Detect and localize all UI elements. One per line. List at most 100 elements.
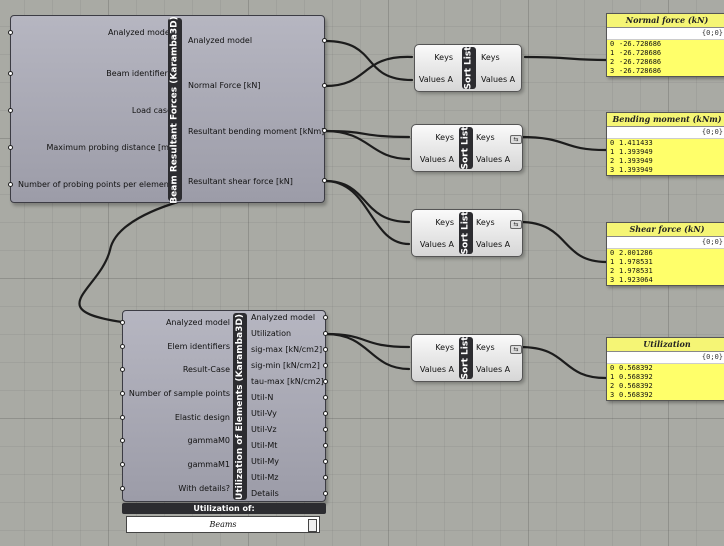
sort-input-values[interactable]: Values A — [419, 75, 453, 85]
sort-list-component-4[interactable]: Keys Values A Sort List Keys Values A ⇆ — [411, 334, 523, 382]
output-bending-moment[interactable]: Resultant bending moment [kNm] — [188, 127, 324, 137]
sort-input-values[interactable]: Values A — [420, 155, 454, 165]
sort-output-values[interactable]: Values A — [476, 365, 510, 375]
sort-list-component-2[interactable]: Keys Values A Sort List Keys Values A ⇆ — [411, 124, 523, 172]
wire-sort4-panel — [518, 345, 608, 380]
input-port[interactable] — [8, 108, 13, 113]
input-port[interactable] — [120, 415, 125, 420]
sort-settings-icon[interactable]: ⇆ — [510, 135, 522, 144]
output-utilization[interactable]: Utilization — [251, 329, 291, 339]
sort-list-component-3[interactable]: Keys Values A Sort List Keys Values A ⇆ — [411, 209, 523, 257]
dropdown-toggle[interactable] — [308, 519, 317, 532]
input-analyzed-model[interactable]: Analyzed model — [166, 318, 230, 328]
panel-row: 0 1.411433 — [607, 139, 724, 148]
row-value: -26.728686 — [619, 58, 662, 66]
output-normal-force[interactable]: Normal Force [kN] — [188, 81, 261, 91]
sort-output-keys[interactable]: Keys — [481, 53, 500, 63]
row-value: 1.978531 — [619, 258, 653, 266]
row-value: -26.728686 — [619, 49, 662, 57]
output-port[interactable] — [323, 395, 328, 400]
input-gammam0[interactable]: gammaM0 — [188, 436, 230, 446]
output-port[interactable] — [323, 427, 328, 432]
output-port[interactable] — [322, 178, 327, 183]
output-sig-min[interactable]: sig-min [kN/cm2] — [251, 361, 320, 371]
sort-input-keys[interactable]: Keys — [435, 218, 454, 228]
panel-bending-moment[interactable]: Bending moment (kNm) {0;0} 0 1.411433 1 1.… — [606, 112, 724, 176]
utilization-of-elements-component[interactable]: Analyzed model Elem identifiers Result-C… — [122, 310, 326, 502]
value-list-dropdown[interactable]: Beams — [126, 516, 320, 533]
input-analyzed-model[interactable]: Analyzed model — [108, 28, 172, 38]
output-port[interactable] — [323, 475, 328, 480]
output-port[interactable] — [323, 363, 328, 368]
output-util-vz[interactable]: Util-Vz — [251, 425, 277, 435]
output-port[interactable] — [322, 38, 327, 43]
sort-output-keys[interactable]: Keys — [476, 343, 495, 353]
input-port[interactable] — [120, 320, 125, 325]
output-port[interactable] — [322, 83, 327, 88]
panel-row: 1 0.568392 — [607, 373, 724, 382]
output-util-mz[interactable]: Util-Mz — [251, 473, 278, 483]
input-load-case[interactable]: Load case — [132, 106, 172, 116]
input-elem-identifiers[interactable]: Elem identifiers — [167, 342, 230, 352]
input-beam-identifiers[interactable]: Beam identifiers — [106, 69, 172, 79]
input-max-probing-distance[interactable]: Maximum probing distance [m] — [46, 143, 172, 153]
sort-input-values[interactable]: Values A — [420, 365, 454, 375]
sort-input-values[interactable]: Values A — [420, 240, 454, 250]
output-port[interactable] — [323, 315, 328, 320]
sort-output-values[interactable]: Values A — [476, 155, 510, 165]
input-port[interactable] — [8, 182, 13, 187]
sort-list-title: Sort List — [461, 126, 471, 170]
input-number-sample-points[interactable]: Number of sample points — [129, 389, 230, 399]
sort-output-values[interactable]: Values A — [476, 240, 510, 250]
output-shear-force[interactable]: Resultant shear force [kN] — [188, 177, 293, 187]
sort-output-keys[interactable]: Keys — [476, 218, 495, 228]
input-port[interactable] — [120, 367, 125, 372]
output-details[interactable]: Details — [251, 489, 279, 499]
sort-input-keys[interactable]: Keys — [435, 343, 454, 353]
panel-utilization[interactable]: Utilization {0;0} 0 0.568392 1 0.568392 20… — [606, 337, 724, 401]
output-util-vy[interactable]: Util-Vy — [251, 409, 277, 419]
output-port[interactable] — [323, 491, 328, 496]
sort-settings-icon[interactable]: ⇆ — [510, 220, 522, 229]
sort-output-keys[interactable]: Keys — [476, 133, 495, 143]
input-port[interactable] — [120, 344, 125, 349]
output-port[interactable] — [323, 411, 328, 416]
input-elastic-design[interactable]: Elastic design — [175, 413, 230, 423]
input-port[interactable] — [8, 145, 13, 150]
sort-settings-icon[interactable]: ⇆ — [510, 345, 522, 354]
input-port[interactable] — [8, 71, 13, 76]
sort-output-values[interactable]: Values A — [481, 75, 515, 85]
panel-shear-force[interactable]: Shear force (kN) {0;0} 0 2.001286 1 1.9785… — [606, 222, 724, 286]
output-util-n[interactable]: Util-N — [251, 393, 273, 403]
output-util-mt[interactable]: Util-Mt — [251, 441, 277, 451]
output-port[interactable] — [323, 459, 328, 464]
input-port[interactable] — [120, 462, 125, 467]
output-tau-max[interactable]: tau-max [kN/cm2] — [251, 377, 324, 387]
panel-normal-force[interactable]: Normal force (kN) {0;0} 0 -26.728686 1 -26… — [606, 13, 724, 77]
sort-input-keys[interactable]: Keys — [434, 53, 453, 63]
wire-shear-values — [323, 179, 411, 246]
sort-list-component-1[interactable]: Keys Values A Sort List Keys Values A — [414, 44, 522, 92]
input-result-case[interactable]: Result-Case — [183, 365, 230, 375]
output-sig-max[interactable]: sig-max [kN/cm2] — [251, 345, 322, 355]
panel-row: 1 -26.728686 — [607, 49, 724, 58]
output-analyzed-model[interactable]: Analyzed model — [251, 313, 315, 323]
input-port[interactable] — [120, 438, 125, 443]
output-port[interactable] — [323, 347, 328, 352]
panel-row: 0 0.568392 — [607, 364, 724, 373]
beam-resultant-forces-component[interactable]: Analyzed model Beam identifiers Load cas… — [10, 15, 325, 203]
input-with-details[interactable]: With details? — [178, 484, 230, 494]
output-port[interactable] — [322, 128, 327, 133]
input-number-probing-points[interactable]: Number of probing points per element — [18, 180, 172, 190]
row-index: 3 — [610, 276, 615, 284]
input-port[interactable] — [120, 391, 125, 396]
input-port[interactable] — [120, 486, 125, 491]
input-gammam1[interactable]: gammaM1 — [188, 460, 230, 470]
output-util-my[interactable]: Util-My — [251, 457, 279, 467]
sort-input-keys[interactable]: Keys — [435, 133, 454, 143]
output-port[interactable] — [323, 331, 328, 336]
output-port[interactable] — [323, 379, 328, 384]
output-analyzed-model[interactable]: Analyzed model — [188, 36, 252, 46]
output-port[interactable] — [323, 443, 328, 448]
input-port[interactable] — [8, 30, 13, 35]
